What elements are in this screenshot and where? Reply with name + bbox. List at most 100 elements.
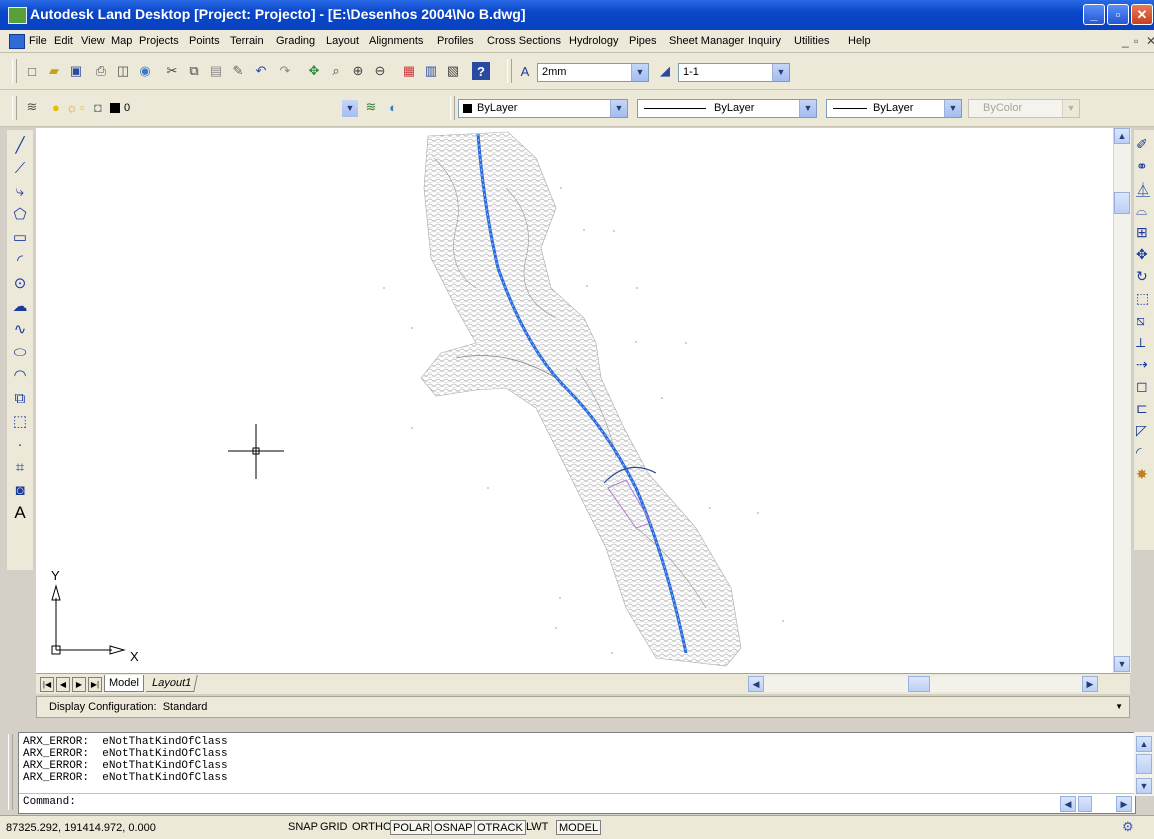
- help-icon[interactable]: ?: [472, 62, 490, 80]
- copy-object-icon[interactable]: ⚭: [1136, 158, 1154, 178]
- cut-icon[interactable]: ✂: [163, 62, 181, 80]
- menu-edit[interactable]: Edit: [54, 35, 73, 47]
- command-horizontal-scrollbar[interactable]: ◀ ▶: [1060, 796, 1132, 813]
- layer-manager-icon[interactable]: ≋: [23, 98, 41, 116]
- horizontal-scrollbar[interactable]: ◀ ▶: [748, 676, 1098, 692]
- chevron-down-icon[interactable]: ▼: [772, 64, 789, 81]
- toolbar-grip[interactable]: [12, 59, 17, 83]
- match-properties-icon[interactable]: ✎: [229, 62, 247, 80]
- zoom-previous-icon[interactable]: ⊖: [371, 62, 389, 80]
- scroll-up-icon[interactable]: ▲: [1114, 128, 1130, 144]
- linetype-select[interactable]: ByLayer ▼: [637, 99, 817, 118]
- print-icon[interactable]: ⎙: [92, 62, 110, 80]
- menu-points[interactable]: Points: [189, 35, 220, 47]
- scroll-thumb[interactable]: [908, 676, 930, 692]
- array-icon[interactable]: ⊞: [1136, 224, 1154, 244]
- tab-first-icon[interactable]: |◀: [40, 677, 54, 692]
- chevron-down-icon[interactable]: ▼: [631, 64, 648, 81]
- menu-profiles[interactable]: Profiles: [437, 35, 474, 47]
- scroll-right-icon[interactable]: ▶: [1082, 676, 1098, 692]
- maximize-button[interactable]: ▫: [1107, 4, 1129, 25]
- insert-block-icon[interactable]: ⧉: [9, 387, 31, 409]
- make-object-layer-current-icon[interactable]: ≋: [362, 98, 380, 116]
- menu-layout[interactable]: Layout: [326, 35, 359, 47]
- point-icon[interactable]: ·: [9, 433, 31, 455]
- command-window[interactable]: ARX_ERROR: eNotThatKindOfClass ARX_ERROR…: [18, 732, 1136, 814]
- model-toggle[interactable]: MODEL: [556, 820, 602, 835]
- ellipse-arc-icon[interactable]: ◠: [9, 364, 31, 386]
- drawing-area[interactable]: Y X: [36, 128, 1113, 673]
- otrack-toggle[interactable]: OTRACK: [474, 820, 526, 835]
- command-window-grip[interactable]: [8, 734, 13, 810]
- toolbar-grip[interactable]: [507, 59, 512, 83]
- scroll-left-icon[interactable]: ◀: [748, 676, 764, 692]
- menu-hydrology[interactable]: Hydrology: [569, 35, 619, 47]
- region-icon[interactable]: ◙: [9, 479, 31, 501]
- toolbar-grip[interactable]: [12, 96, 17, 120]
- plot-preview-icon[interactable]: ◫: [114, 62, 132, 80]
- osnap-toggle[interactable]: OSNAP: [431, 820, 476, 835]
- circle-icon[interactable]: ⊙: [9, 272, 31, 294]
- chamfer-icon[interactable]: ◸: [1136, 422, 1154, 442]
- layer-plot-icon[interactable]: ◘: [94, 100, 102, 115]
- menu-help[interactable]: Help: [848, 35, 871, 47]
- mirror-icon[interactable]: ⏅: [1136, 180, 1154, 200]
- arc-icon[interactable]: ◜: [9, 249, 31, 271]
- doc-restore-button[interactable]: ▫: [1134, 34, 1138, 48]
- app-icon[interactable]: [8, 7, 27, 24]
- break-icon[interactable]: ◻: [1136, 378, 1154, 398]
- layer-freeze-icon[interactable]: ☼: [66, 100, 78, 115]
- redo-icon[interactable]: ↷: [276, 62, 294, 80]
- stretch-icon[interactable]: ⧅: [1136, 312, 1154, 332]
- color-select[interactable]: ByLayer ▼: [458, 99, 628, 118]
- paste-icon[interactable]: ▤: [207, 62, 225, 80]
- chevron-down-icon[interactable]: ▼: [610, 100, 627, 117]
- chevron-down-icon[interactable]: ▼: [1115, 702, 1123, 711]
- scroll-thumb[interactable]: [1114, 192, 1130, 214]
- construction-line-icon[interactable]: ⟋: [9, 157, 31, 179]
- scroll-thumb[interactable]: [1078, 796, 1092, 812]
- lwt-toggle[interactable]: LWT: [524, 820, 550, 835]
- ortho-toggle[interactable]: ORTHO: [350, 820, 394, 835]
- toolbar-grip[interactable]: [450, 96, 455, 120]
- command-prompt[interactable]: Command:: [23, 796, 76, 808]
- revision-cloud-icon[interactable]: ☁: [9, 295, 31, 317]
- menu-pipes[interactable]: Pipes: [629, 35, 657, 47]
- polyline-icon[interactable]: ⤷: [9, 180, 31, 202]
- layer-select[interactable]: ● ☼ ▫ ◘ 0 ▼: [50, 99, 358, 118]
- hatch-icon[interactable]: ⌗: [9, 456, 31, 478]
- menu-alignments[interactable]: Alignments: [369, 35, 423, 47]
- polygon-icon[interactable]: ⬠: [9, 203, 31, 225]
- communication-center-icon[interactable]: ⚙: [1122, 819, 1134, 835]
- scroll-left-icon[interactable]: ◀: [1060, 796, 1076, 812]
- new-icon[interactable]: □: [23, 62, 41, 80]
- tab-next-icon[interactable]: ▶: [72, 677, 86, 692]
- close-button[interactable]: ✕: [1131, 4, 1153, 25]
- plotstyle-select[interactable]: ByColor ▼: [968, 99, 1080, 118]
- menu-grading[interactable]: Grading: [276, 35, 315, 47]
- ellipse-icon[interactable]: ⬭: [9, 341, 31, 363]
- make-block-icon[interactable]: ⬚: [9, 410, 31, 432]
- extend-icon[interactable]: ⇢: [1136, 356, 1154, 376]
- menu-sheet-manager[interactable]: Sheet Manager: [669, 35, 744, 47]
- doc-minimize-button[interactable]: _: [1122, 34, 1129, 48]
- scroll-up-icon[interactable]: ▲: [1136, 736, 1152, 752]
- doc-close-button[interactable]: ✕: [1146, 34, 1154, 48]
- layer-lock-icon[interactable]: ▫: [80, 100, 85, 115]
- tab-last-icon[interactable]: ▶|: [88, 677, 102, 692]
- menu-map[interactable]: Map: [111, 35, 132, 47]
- save-icon[interactable]: ▣: [67, 62, 85, 80]
- menu-file[interactable]: File: [29, 35, 47, 47]
- scale-select[interactable]: 1-1 ▼: [678, 63, 790, 82]
- design-center-icon[interactable]: ▥: [422, 62, 440, 80]
- tab-model[interactable]: Model: [104, 675, 144, 692]
- grid-toggle[interactable]: GRID: [318, 820, 350, 835]
- rectangle-icon[interactable]: ▭: [9, 226, 31, 248]
- scroll-right-icon[interactable]: ▶: [1116, 796, 1132, 812]
- chevron-down-icon[interactable]: ▼: [1062, 100, 1079, 117]
- chevron-down-icon[interactable]: ▼: [944, 100, 961, 117]
- trim-icon[interactable]: ⟂: [1136, 334, 1154, 354]
- menu-terrain[interactable]: Terrain: [230, 35, 264, 47]
- text-height-select[interactable]: 2mm ▼: [537, 63, 649, 82]
- minimize-button[interactable]: _: [1083, 4, 1105, 25]
